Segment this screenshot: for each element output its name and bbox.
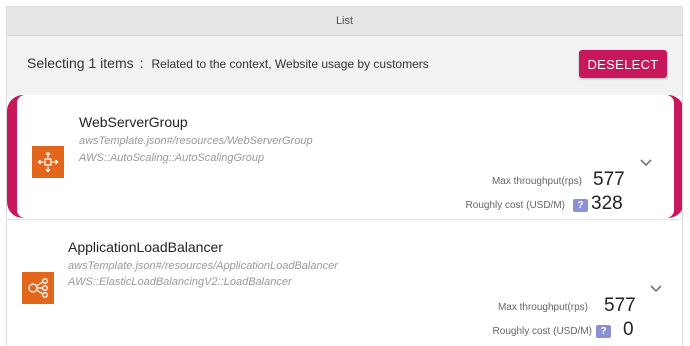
cost-label: Roughly cost (USD/M) xyxy=(465,200,565,211)
chevron-down-icon[interactable] xyxy=(649,284,663,294)
cost-help-icon[interactable]: ? xyxy=(596,325,611,338)
list-title: List xyxy=(335,15,354,27)
chevron-down-icon[interactable] xyxy=(639,158,653,168)
cost-label: Roughly cost (USD/M) xyxy=(492,326,592,337)
resource-type: AWS::AutoScaling::AutoScalingGroup xyxy=(79,152,265,164)
cost-help-icon[interactable]: ? xyxy=(573,199,588,212)
resource-name: WebServerGroup xyxy=(79,114,188,130)
resource-list-panel: List Selecting 1 items: Related to the co… xyxy=(6,6,683,346)
resource-path: awsTemplate.json#/resources/WebServerGro… xyxy=(79,135,313,147)
throughput-value: 577 xyxy=(604,295,636,316)
selection-bar: Selecting 1 items: Related to the context… xyxy=(7,36,682,96)
resource-name: ApplicationLoadBalancer xyxy=(68,239,223,255)
throughput-value: 577 xyxy=(593,169,625,190)
selection-summary: Selecting 1 items: Related to the context… xyxy=(27,55,429,71)
selection-heading: Selecting 1 items xyxy=(27,55,134,71)
load-balancer-icon xyxy=(22,272,54,304)
cost-value: 328 xyxy=(591,193,623,214)
deselect-button[interactable]: DESELECT xyxy=(579,50,667,78)
autoscaling-icon xyxy=(32,146,64,178)
list-header: List xyxy=(7,7,682,36)
selection-separator: : xyxy=(139,55,144,71)
resource-card-webservergroup[interactable]: WebServerGroup awsTemplate.json#/resourc… xyxy=(7,95,682,218)
selection-context: Related to the context, Website usage by… xyxy=(151,57,429,71)
throughput-label: Max throughput(rps) xyxy=(491,176,582,187)
resource-path: awsTemplate.json#/resources/ApplicationL… xyxy=(68,260,338,272)
throughput-label: Max throughput(rps) xyxy=(497,302,588,313)
resource-card-body: WebServerGroup awsTemplate.json#/resourc… xyxy=(17,95,674,218)
cost-value: 0 xyxy=(623,319,634,340)
resource-type: AWS::ElasticLoadBalancingV2::LoadBalance… xyxy=(68,276,292,288)
resource-card-applicationloadbalancer[interactable]: ApplicationLoadBalancer awsTemplate.json… xyxy=(7,219,682,346)
